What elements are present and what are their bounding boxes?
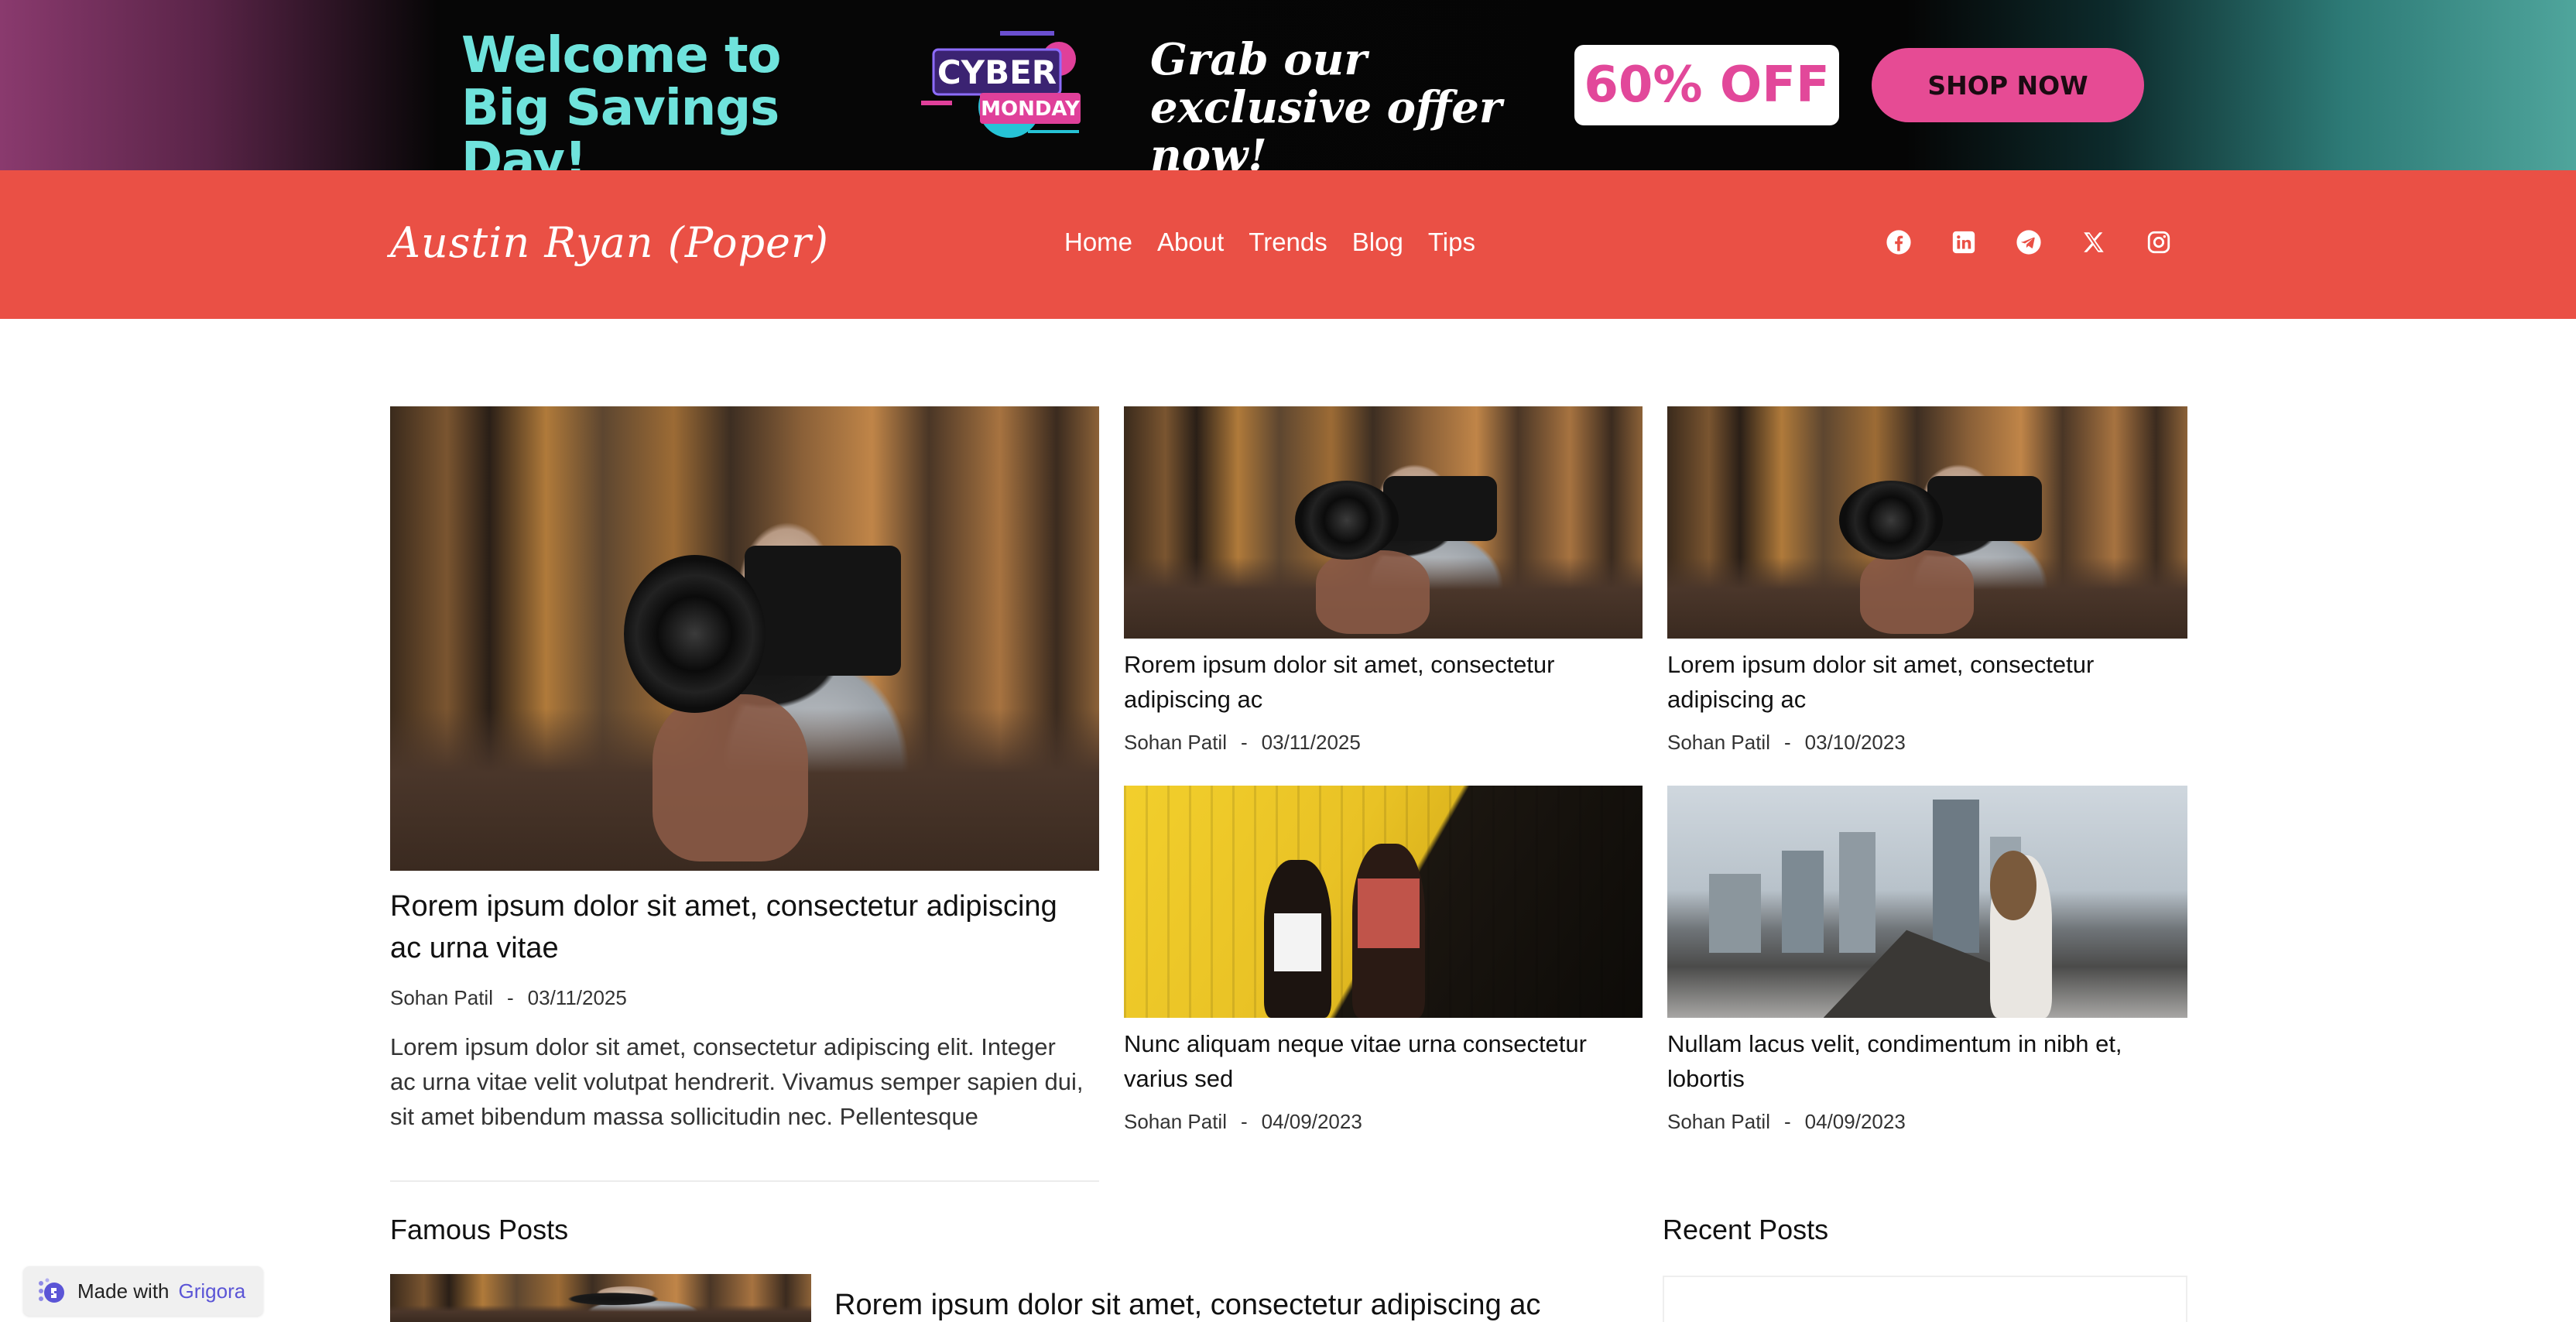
recent-posts-panel	[1663, 1276, 2187, 1322]
recent-posts-heading: Recent Posts	[1663, 1214, 1829, 1245]
featured-post-author: Sohan Patil	[390, 986, 493, 1009]
social-links	[1884, 228, 2209, 257]
post-card-date: 04/09/2023	[1804, 1110, 1906, 1133]
nav-blog[interactable]: Blog	[1352, 228, 1403, 257]
post-card-author: Sohan Patil	[1124, 731, 1227, 754]
discount-badge: 60% OFF	[1574, 45, 1839, 125]
post-card-date: 04/09/2023	[1261, 1110, 1362, 1133]
grigora-logo-icon	[39, 1278, 64, 1303]
badge-bottom-text: MONDAY	[981, 98, 1081, 121]
nav-trends[interactable]: Trends	[1249, 228, 1327, 257]
post-card-image[interactable]	[1667, 406, 2187, 639]
shop-now-button[interactable]: SHOP NOW	[1872, 48, 2144, 122]
famous-posts-heading: Famous Posts	[390, 1214, 569, 1245]
x-icon[interactable]	[2079, 228, 2108, 257]
post-card-title[interactable]: Rorem ipsum dolor sit amet, consectetur …	[1124, 647, 1643, 717]
site-brand[interactable]: Austin Ryan (Poper)	[390, 218, 829, 267]
made-with-brand: Grigora	[178, 1279, 246, 1303]
post-card-meta: Sohan Patil - 04/09/2023	[1667, 1110, 1906, 1133]
featured-post-image[interactable]	[390, 406, 1099, 871]
post-card-title[interactable]: Nunc aliquam neque vitae urna consectetu…	[1124, 1026, 1643, 1096]
post-card-meta: Sohan Patil - 03/11/2025	[1124, 731, 1361, 754]
made-with-grigora-badge[interactable]: Made with Grigora	[23, 1266, 263, 1316]
telegram-icon[interactable]	[2014, 228, 2043, 257]
post-card-meta: Sohan Patil - 03/10/2023	[1667, 731, 1906, 754]
post-card-author: Sohan Patil	[1124, 1110, 1227, 1133]
promo-headline: Welcome to Big Savings Day!	[461, 27, 782, 190]
promo-banner[interactable]: Welcome to Big Savings Day! CYBER MONDAY…	[0, 0, 2576, 187]
post-card-image[interactable]	[1124, 786, 1643, 1018]
nav-tips[interactable]: Tips	[1428, 228, 1475, 257]
famous-post-image[interactable]	[390, 1274, 811, 1322]
famous-post-title[interactable]: Rorem ipsum dolor sit amet, consectetur …	[834, 1288, 1647, 1322]
divider	[390, 1180, 1099, 1182]
post-card-author: Sohan Patil	[1667, 1110, 1770, 1133]
instagram-icon[interactable]	[2144, 228, 2174, 257]
site-header: Austin Ryan (Poper) Home About Trends Bl…	[0, 170, 2576, 319]
post-card-date: 03/11/2025	[1261, 731, 1361, 754]
main-nav: Home About Trends Blog Tips	[1064, 228, 1500, 257]
post-card-author: Sohan Patil	[1667, 731, 1770, 754]
nav-about[interactable]: About	[1157, 228, 1224, 257]
featured-post-title[interactable]: Rorem ipsum dolor sit amet, consectetur …	[390, 885, 1071, 969]
post-card-date: 03/10/2023	[1804, 731, 1906, 754]
nav-home[interactable]: Home	[1064, 228, 1132, 257]
badge-top-text: CYBER	[937, 53, 1057, 91]
featured-post-date: 03/11/2025	[527, 986, 627, 1009]
promo-offer-text: Grab our exclusive offer now!	[1150, 34, 1502, 181]
featured-post-excerpt: Lorem ipsum dolor sit amet, consectetur …	[390, 1033, 1084, 1130]
linkedin-icon[interactable]	[1949, 228, 1978, 257]
post-card-title[interactable]: Nullam lacus velit, condimentum in nibh …	[1667, 1026, 2187, 1096]
post-card-meta: Sohan Patil - 04/09/2023	[1124, 1110, 1362, 1133]
facebook-icon[interactable]	[1884, 228, 1913, 257]
post-card-title[interactable]: Lorem ipsum dolor sit amet, consectetur …	[1667, 647, 2187, 717]
cyber-monday-badge: CYBER MONDAY	[920, 26, 1088, 142]
post-card-image[interactable]	[1124, 406, 1643, 639]
made-with-label: Made with	[77, 1279, 170, 1303]
post-card-image[interactable]	[1667, 786, 2187, 1018]
featured-post-meta: Sohan Patil - 03/11/2025	[390, 986, 627, 1009]
